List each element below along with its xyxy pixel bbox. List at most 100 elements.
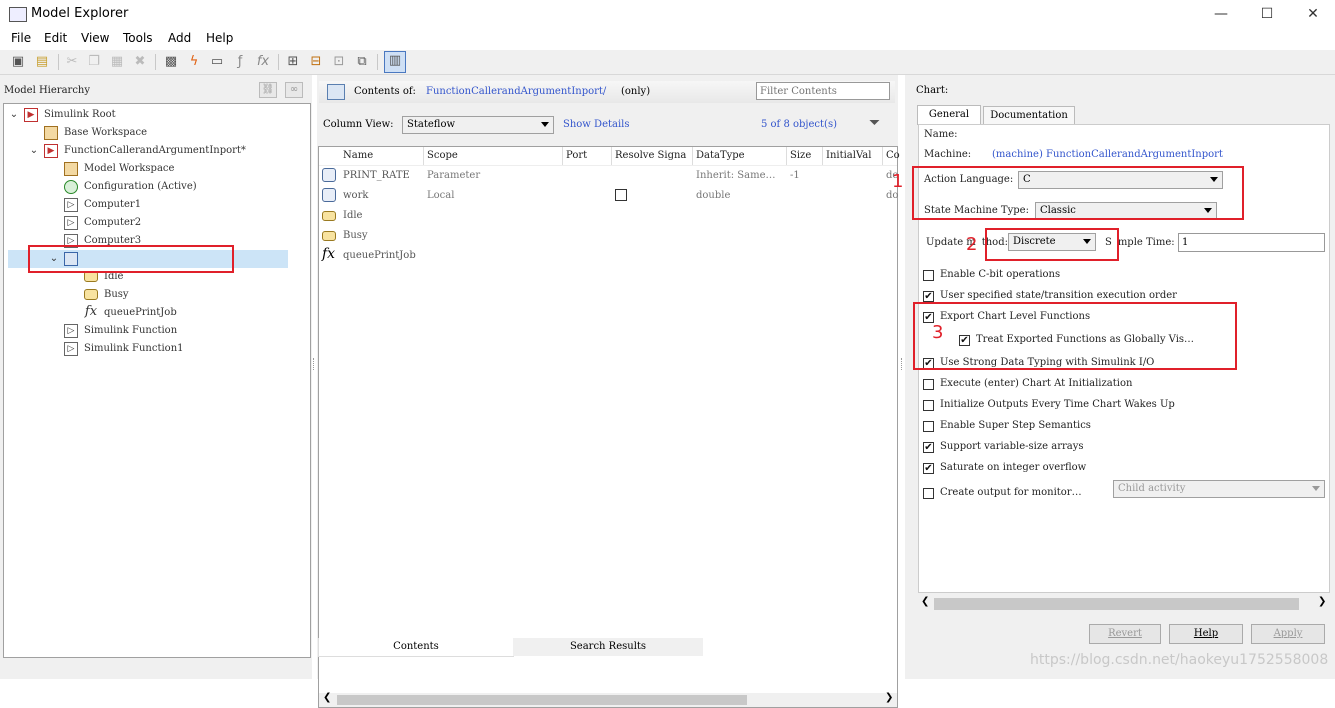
table-row[interactable]: Busy [319, 226, 897, 246]
filter-view-icon[interactable]: ⊞ [284, 53, 302, 71]
option-checkbox[interactable] [923, 400, 934, 411]
contents-path-link[interactable]: FunctionCallerandArgumentInport/ [426, 86, 606, 97]
monitor-select[interactable]: Child activity [1113, 480, 1325, 498]
grid-column-divider[interactable] [882, 147, 883, 165]
tree-node[interactable]: ▷ Simulink Function1 [8, 340, 308, 358]
close-button[interactable]: ✕ [1298, 4, 1328, 24]
tree-node[interactable]: ⌄ ▶ FunctionCallerandArgumentInport* [8, 142, 308, 160]
workspace-icon [64, 161, 78, 176]
menu-help[interactable]: Help [206, 31, 233, 45]
chart-header: Chart: [916, 85, 949, 96]
add-data-icon[interactable]: ▩ [162, 53, 180, 71]
tree-node[interactable]: Model Workspace [8, 160, 308, 178]
option-checkbox[interactable] [923, 379, 934, 390]
add-message-icon[interactable]: ▭ [208, 53, 226, 71]
hierarchy-icon[interactable]: ⧉ [353, 53, 371, 71]
tree-node-label: Computer2 [84, 217, 142, 228]
table-row[interactable]: PRINT_RATE Parameter Inherit: Same… -1 de [319, 166, 898, 186]
column-view-value: Stateflow [407, 119, 456, 130]
grid-column-divider[interactable] [822, 147, 823, 165]
option-checkbox[interactable] [923, 442, 934, 453]
menu-view[interactable]: View [81, 31, 109, 45]
scroll-thumb[interactable] [337, 695, 747, 705]
column-view-select[interactable]: Stateflow [402, 116, 554, 134]
properties-icon[interactable]: ⊡ [330, 53, 348, 71]
tree-node[interactable]: Base Workspace [8, 124, 308, 142]
grid-column-header[interactable]: DataType [696, 150, 745, 161]
tab-contents[interactable]: Contents [318, 638, 514, 657]
table-row[interactable]: fx queuePrintJob [319, 246, 897, 266]
open-folder-icon[interactable]: ▤ [33, 53, 51, 71]
grid-column-divider[interactable] [562, 147, 563, 165]
copy-icon[interactable]: ❐ [85, 53, 103, 71]
filter-contents-input[interactable] [756, 82, 890, 100]
resolve-signal-checkbox[interactable] [615, 189, 627, 201]
grid-column-divider[interactable] [692, 147, 693, 165]
show-details-link[interactable]: Show Details [563, 119, 630, 130]
grid-column-divider[interactable] [786, 147, 787, 165]
help-button[interactable]: Help [1169, 624, 1243, 644]
table-row[interactable]: work Local double do [319, 186, 898, 206]
fx-icon[interactable]: fx [254, 53, 272, 71]
minimize-button[interactable]: — [1206, 4, 1236, 24]
grid-column-header[interactable]: Port [566, 150, 587, 161]
tree-node[interactable]: ▷ Computer1 [8, 196, 308, 214]
cut-icon[interactable]: ✂ [63, 53, 81, 71]
revert-button[interactable]: Revert [1089, 624, 1161, 644]
menu-add[interactable]: Add [168, 31, 191, 45]
dialog-view-icon[interactable]: ▥ [384, 51, 406, 73]
tree-expander-icon[interactable]: ⌄ [28, 142, 40, 160]
machine-value[interactable]: (machine) FunctionCallerandArgumentInpor… [992, 149, 1223, 160]
option-checkbox[interactable] [923, 270, 934, 281]
tree-node[interactable]: ⌄ ▶ Simulink Root [8, 106, 308, 124]
tab-documentation[interactable]: Documentation [983, 106, 1075, 124]
sample-time-input[interactable]: 1 [1178, 233, 1325, 252]
scroll-right-icon[interactable]: ❯ [1318, 596, 1326, 607]
grid-column-header[interactable]: Scope [427, 150, 458, 161]
tree-node[interactable]: Busy [8, 286, 308, 304]
maximize-button[interactable]: ☐ [1252, 4, 1282, 24]
tree-expander-icon[interactable]: ⌄ [8, 106, 20, 124]
data-icon [322, 168, 336, 182]
menu-edit[interactable]: Edit [44, 31, 67, 45]
tree-node[interactable]: Configuration (Active) [8, 178, 308, 196]
properties-horizontal-scrollbar[interactable]: ❮ ❯ [918, 596, 1330, 611]
option-checkbox[interactable] [923, 463, 934, 474]
menu-file[interactable]: File [11, 31, 31, 45]
grid-column-header[interactable]: Resolve Signa [615, 150, 686, 161]
scroll-right-icon[interactable]: ❯ [885, 692, 893, 703]
tab-search-results[interactable]: Search Results [513, 638, 703, 656]
grid-column-header[interactable]: Co [886, 150, 900, 161]
scroll-left-icon[interactable]: ❮ [323, 692, 331, 703]
option-checkbox[interactable] [923, 421, 934, 432]
menu-tools[interactable]: Tools [123, 31, 153, 45]
tree-node[interactable]: ▷ Simulink Function [8, 322, 308, 340]
link-icon[interactable]: ⛓ [259, 82, 277, 98]
unlink-icon[interactable]: ∞ [285, 82, 303, 98]
tab-general[interactable]: General [917, 105, 981, 125]
scroll-thumb[interactable] [934, 598, 1299, 610]
tree-node[interactable]: ▷ Computer2 [8, 214, 308, 232]
only-label: (only) [621, 86, 651, 97]
add-event-icon[interactable]: ϟ [185, 53, 203, 71]
grid-column-divider[interactable] [611, 147, 612, 165]
grid-column-header[interactable]: Name [343, 150, 373, 161]
tree-node[interactable]: fx queuePrintJob [8, 304, 308, 322]
model-hierarchy-tree: ⌄ ▶ Simulink Root Base Workspace ⌄ ▶ FunctionC… [3, 103, 311, 658]
add-function-icon[interactable]: ƒ [231, 53, 249, 71]
new-model-icon[interactable]: ▣ [9, 53, 27, 71]
scroll-left-icon[interactable]: ❮ [921, 596, 929, 607]
grid-column-header[interactable]: Size [790, 150, 811, 161]
grid-column-divider[interactable] [423, 147, 424, 165]
horizontal-scrollbar[interactable]: ❮ ❯ [319, 692, 897, 707]
option-checkbox[interactable] [923, 488, 934, 499]
option-checkbox[interactable] [923, 291, 934, 302]
model-advisor-icon[interactable]: ⊟ [307, 53, 325, 71]
grid-column-header[interactable]: InitialVal [826, 150, 871, 161]
filter-funnel-icon[interactable]: ⏷ [869, 115, 880, 131]
paste-icon[interactable]: ▦ [108, 53, 126, 71]
table-row[interactable]: Idle [319, 206, 897, 226]
state-icon [322, 211, 336, 221]
apply-button[interactable]: Apply [1251, 624, 1325, 644]
delete-icon[interactable]: ✖ [131, 53, 149, 71]
